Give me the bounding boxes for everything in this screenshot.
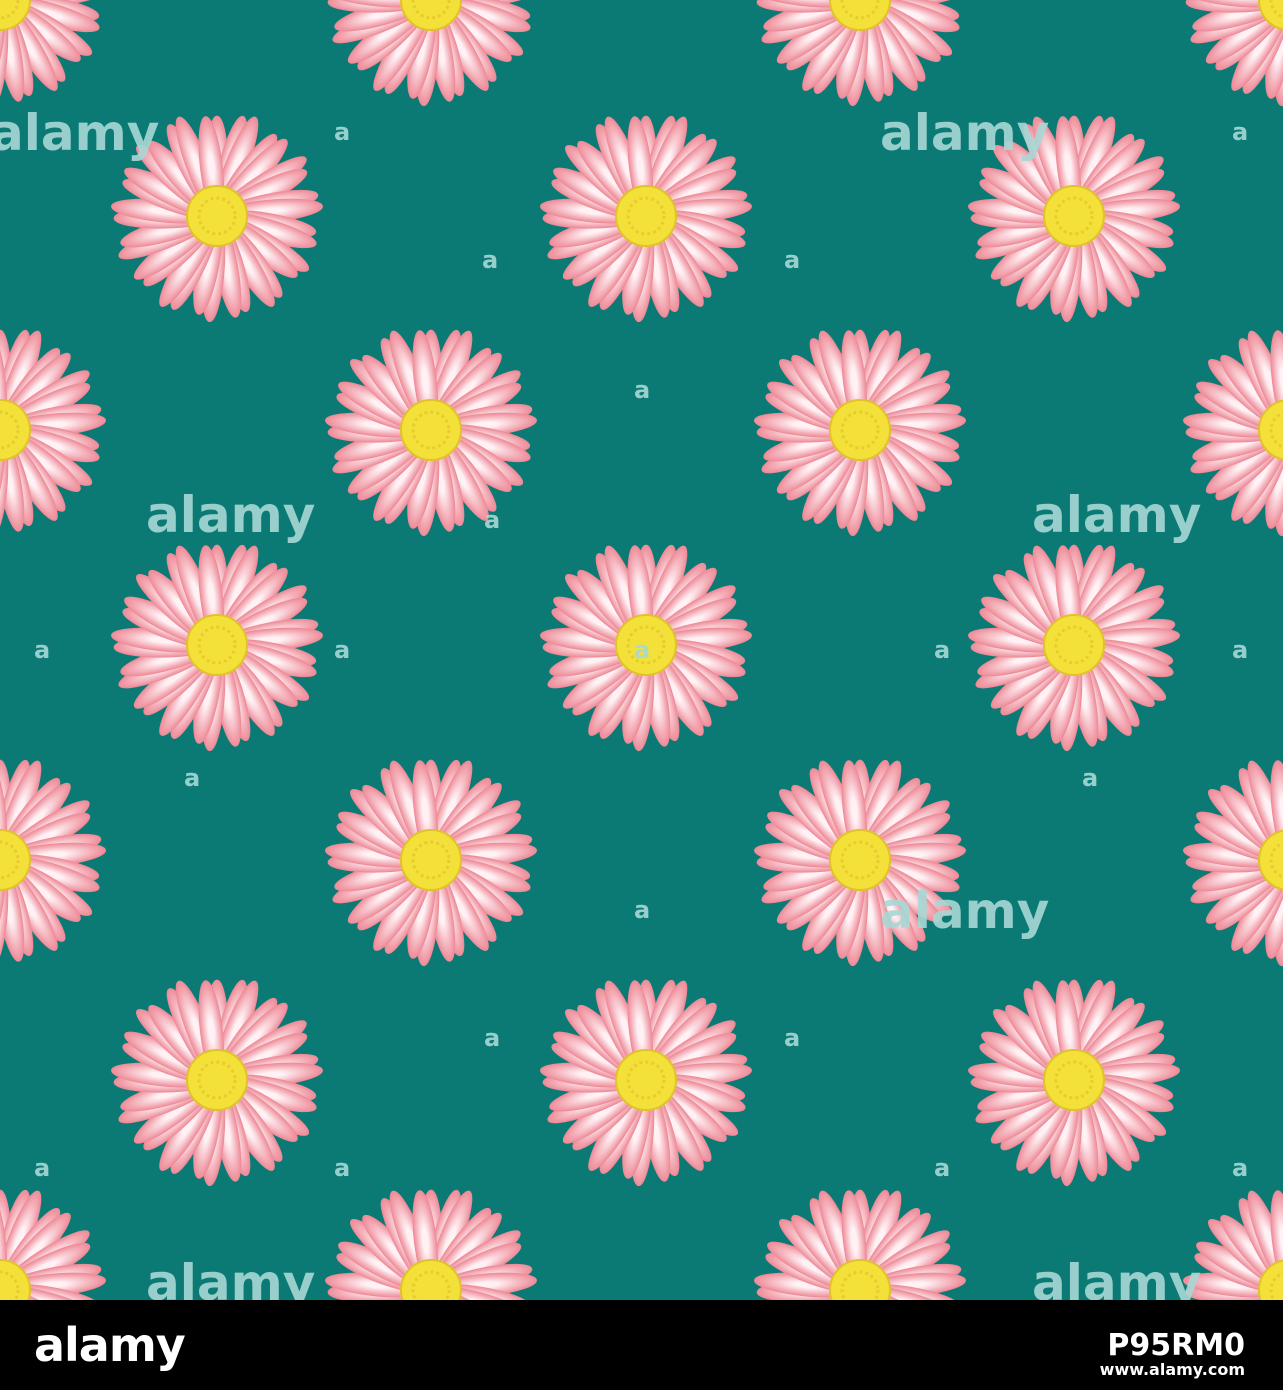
small-watermark-mark: a (184, 764, 200, 792)
stock-photo-preview: alamy alamy alamy alamy alamy alamy alamy a a a a a… (0, 0, 1283, 1390)
small-watermark-mark: a (334, 636, 350, 664)
small-watermark-mark: a (1232, 1154, 1248, 1182)
small-watermark-mark: a (484, 506, 500, 534)
small-watermark-mark: a (934, 636, 950, 664)
small-watermark-mark: a (34, 636, 50, 664)
alamy-watermark: alamy (146, 486, 315, 544)
small-watermark-mark: a (334, 118, 350, 146)
pink-daisy-pattern: alamy alamy alamy alamy alamy alamy alamy a a a a a… (0, 0, 1283, 1300)
site-url: www.alamy.com (1099, 1360, 1245, 1379)
small-watermark-mark: a (634, 636, 650, 664)
alamy-watermark: alamy (1032, 486, 1201, 544)
small-watermark-mark: a (784, 1024, 800, 1052)
alamy-watermark: alamy (880, 882, 1049, 940)
small-watermark-mark: a (1232, 118, 1248, 146)
small-watermark-mark: a (934, 1154, 950, 1182)
image-id: P95RM0 (1107, 1328, 1245, 1363)
small-watermark-mark: a (784, 246, 800, 274)
alamy-watermark: alamy (146, 1254, 315, 1300)
small-watermark-mark: a (34, 1154, 50, 1182)
small-watermark-mark: a (484, 1024, 500, 1052)
alamy-watermark: alamy (880, 104, 1049, 162)
small-watermark-mark: a (634, 896, 650, 924)
small-watermark-mark: a (334, 1154, 350, 1182)
small-watermark-mark: a (482, 246, 498, 274)
small-watermark-mark: a (1232, 636, 1248, 664)
alamy-logo: alamy (34, 1318, 186, 1372)
small-watermark-mark: a (634, 376, 650, 404)
alamy-watermark: alamy (0, 104, 159, 162)
alamy-watermark: alamy (1032, 1254, 1201, 1300)
small-watermark-mark: a (1082, 764, 1098, 792)
footer-bar: alamy P95RM0 www.alamy.com (0, 1300, 1283, 1390)
